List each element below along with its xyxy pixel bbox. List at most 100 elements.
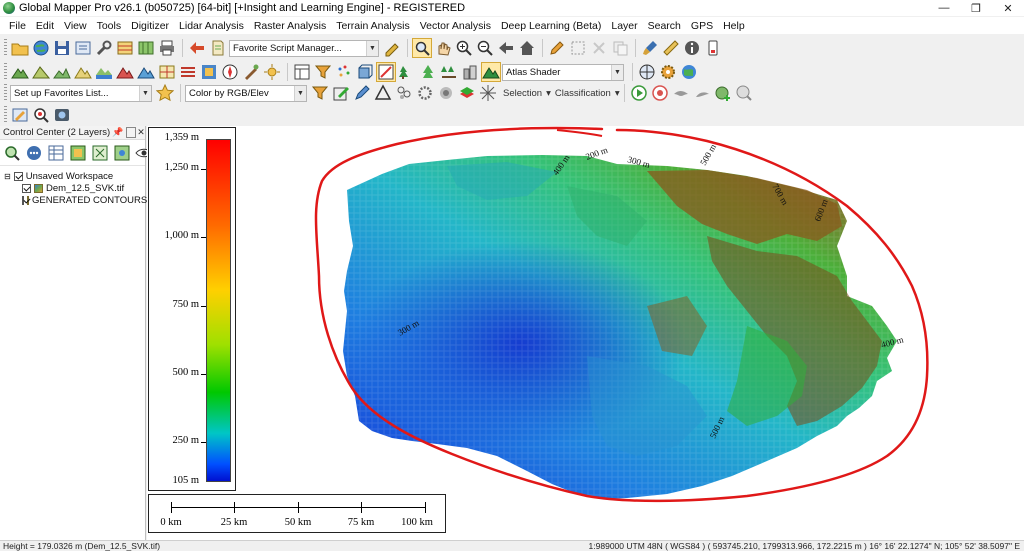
projection-button[interactable] [637,62,657,82]
terrain-tool-5-button[interactable] [94,62,114,82]
favorites-combo[interactable]: Set up Favorites List... ▼ [10,84,152,102]
delete-button[interactable] [589,38,609,58]
grab-tool-button[interactable] [433,38,453,58]
favorites-star-button[interactable] [155,83,175,103]
workspace-node[interactable]: ⊟ Unsaved Workspace [0,170,145,182]
menu-digitizer[interactable]: Digitizer [126,20,174,32]
menu-file[interactable]: File [4,20,31,32]
triangle-tool-button[interactable] [373,83,393,103]
dock-button[interactable] [126,127,136,138]
walk-button[interactable] [692,83,712,103]
edit-button[interactable] [547,38,567,58]
layer-row[interactable]: Dem_12.5_SVK.tif [0,182,145,194]
info-button[interactable] [682,38,702,58]
menu-deep-learning[interactable]: Deep Learning (Beta) [496,20,606,32]
zoom-out-button[interactable] [475,38,495,58]
measure-button[interactable] [661,38,681,58]
home-button[interactable] [517,38,537,58]
terrain-tool-2-button[interactable] [31,62,51,82]
configure-button[interactable] [94,38,114,58]
terrain-tool-9-button[interactable] [178,62,198,82]
density-button[interactable] [436,83,456,103]
lidar-classify-button[interactable] [352,83,372,103]
panel-close-button[interactable]: ✕ [136,127,146,138]
lidar-tool-2-button[interactable] [313,62,333,82]
gps-track-button[interactable] [734,83,754,103]
layers-stack-button[interactable] [457,83,477,103]
menu-layer[interactable]: Layer [606,20,642,32]
restore-button[interactable]: ❐ [960,0,992,16]
lidar-tool-8-button[interactable] [439,62,459,82]
back-button[interactable] [496,38,516,58]
menu-gps[interactable]: GPS [686,20,718,32]
menu-terrain-analysis[interactable]: Terrain Analysis [331,20,415,32]
lidar-edit-button[interactable] [331,83,351,103]
color-mode-combo[interactable]: Color by RGB/Elev ▼ [185,84,307,102]
favorite-script-combo[interactable]: Favorite Script Manager... ▼ [229,39,379,57]
terrain-tool-13-button[interactable] [262,62,282,82]
cc-layer-props-button[interactable] [113,143,131,163]
minimize-button[interactable]: — [928,0,960,16]
shader-combo[interactable]: Atlas Shader ▼ [502,63,624,81]
terrain-tool-10-button[interactable] [199,62,219,82]
menu-vector-analysis[interactable]: Vector Analysis [415,20,496,32]
lidar-tool-7-button[interactable] [418,62,438,82]
add-waypoint-button[interactable] [713,83,733,103]
pan-tool-button[interactable] [412,38,432,58]
overview-map-button[interactable] [115,38,135,58]
terrain-tool-1-button[interactable] [10,62,30,82]
save-workspace-button[interactable] [52,38,72,58]
cc-zoom-extent-button[interactable] [91,143,109,163]
close-button[interactable]: ✕ [992,0,1024,16]
toolbar-grip[interactable] [4,106,7,124]
terrain-tool-3-button[interactable] [52,62,72,82]
menu-view[interactable]: View [59,20,92,32]
lidar-tool-1-button[interactable] [292,62,312,82]
terrain-tool-11-button[interactable] [220,62,240,82]
print-button[interactable] [157,38,177,58]
lidar-filter-button[interactable] [310,83,330,103]
terrain-tool-12-button[interactable] [241,62,261,82]
menu-search[interactable]: Search [643,20,686,32]
toolbar-grip[interactable] [4,63,7,81]
selection-dropdown[interactable]: Selection [499,88,546,99]
play-button[interactable] [629,83,649,103]
collapse-icon[interactable]: ⊟ [4,172,11,181]
cc-attributes-button[interactable] [47,143,65,163]
3d-search-button[interactable] [31,105,51,125]
record-button[interactable] [650,83,670,103]
map-view[interactable]: 200 m 300 m 400 m 500 m 600 m 700 m 300 … [147,126,1024,540]
layer-checkbox[interactable] [22,183,31,193]
pin-icon[interactable]: 📌 [112,127,123,138]
open-folder-button[interactable] [10,38,30,58]
menu-edit[interactable]: Edit [31,20,59,32]
zoom-in-button[interactable] [454,38,474,58]
atlas-shader-toggle[interactable] [481,62,501,82]
cc-raster-button[interactable] [69,143,87,163]
workspace-checkbox[interactable] [13,171,23,181]
layer-row[interactable]: GENERATED CONTOURS [10, [0,194,166,206]
path-profile-button[interactable] [703,38,723,58]
cc-options-button[interactable] [25,143,43,163]
menu-tools[interactable]: Tools [92,20,127,32]
cc-zoom-layer-button[interactable] [3,143,21,163]
script-manager-button[interactable] [208,38,228,58]
select-button[interactable] [568,38,588,58]
menu-raster-analysis[interactable]: Raster Analysis [249,20,331,32]
3d-viewer-button[interactable] [52,105,72,125]
menu-lidar-analysis[interactable]: Lidar Analysis [174,20,249,32]
run-script-button[interactable] [187,38,207,58]
toolbar-grip[interactable] [4,84,7,102]
fly-button[interactable] [671,83,691,103]
toolbar-grip[interactable] [4,39,7,57]
lidar-tool-4-button[interactable] [355,62,375,82]
export-button[interactable] [73,38,93,58]
lidar-tool-6-button[interactable] [397,62,417,82]
lidar-tool-3-button[interactable] [334,62,354,82]
terrain-tool-8-button[interactable] [157,62,177,82]
map-layout-button[interactable] [136,38,156,58]
online-data-button[interactable] [31,38,51,58]
3d-path-button[interactable] [10,105,30,125]
favorite-script-run-button[interactable] [382,38,402,58]
layer-checkbox[interactable] [22,195,24,205]
